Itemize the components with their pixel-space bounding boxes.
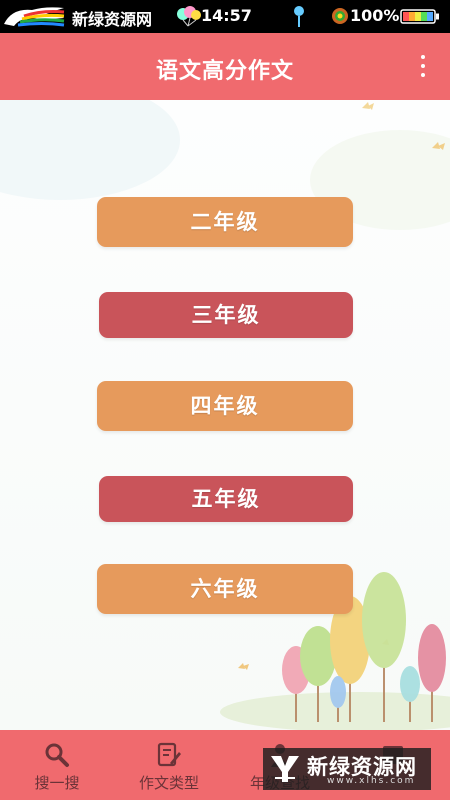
grade-button-6[interactable]: 六年级 (97, 564, 353, 614)
grade-button-5[interactable]: 五年级 (99, 476, 353, 522)
watermark: 新绿资源网 www.xlhs.com (263, 748, 431, 790)
battery-icon (400, 9, 439, 24)
app-bar: 语文高分作文 (0, 33, 450, 100)
edit-document-icon (157, 742, 181, 767)
nav-label-search: 搜一搜 (34, 774, 80, 792)
grade-button-4[interactable]: 四年级 (97, 381, 353, 431)
status-site-name: 新绿资源网 (72, 10, 153, 29)
battery-percent: 100% (350, 6, 400, 25)
more-vertical-icon[interactable] (411, 53, 435, 81)
location-pin-icon (294, 6, 304, 27)
nav-item-essay-type[interactable]: 作文类型 (114, 730, 224, 800)
grade-list: 二年级 三年级 四年级 五年级 六年级 (0, 100, 450, 730)
nav-label-essay-type: 作文类型 (138, 774, 199, 792)
search-icon (45, 743, 69, 767)
watermark-url: www.xlhs.com (327, 776, 416, 786)
balloons-icon (177, 6, 201, 27)
status-bar: 新绿资源网 14:57 100% (0, 0, 450, 33)
page-title: 语文高分作文 (155, 59, 294, 84)
nav-item-search[interactable]: 搜一搜 (2, 730, 112, 800)
status-time: 14:57 (201, 6, 252, 25)
horse-logo-icon (4, 7, 65, 27)
grade-button-2[interactable]: 二年级 (97, 197, 353, 247)
watermark-logo-icon (271, 756, 299, 782)
signal-icon (332, 8, 348, 24)
grade-button-3[interactable]: 三年级 (99, 292, 353, 338)
